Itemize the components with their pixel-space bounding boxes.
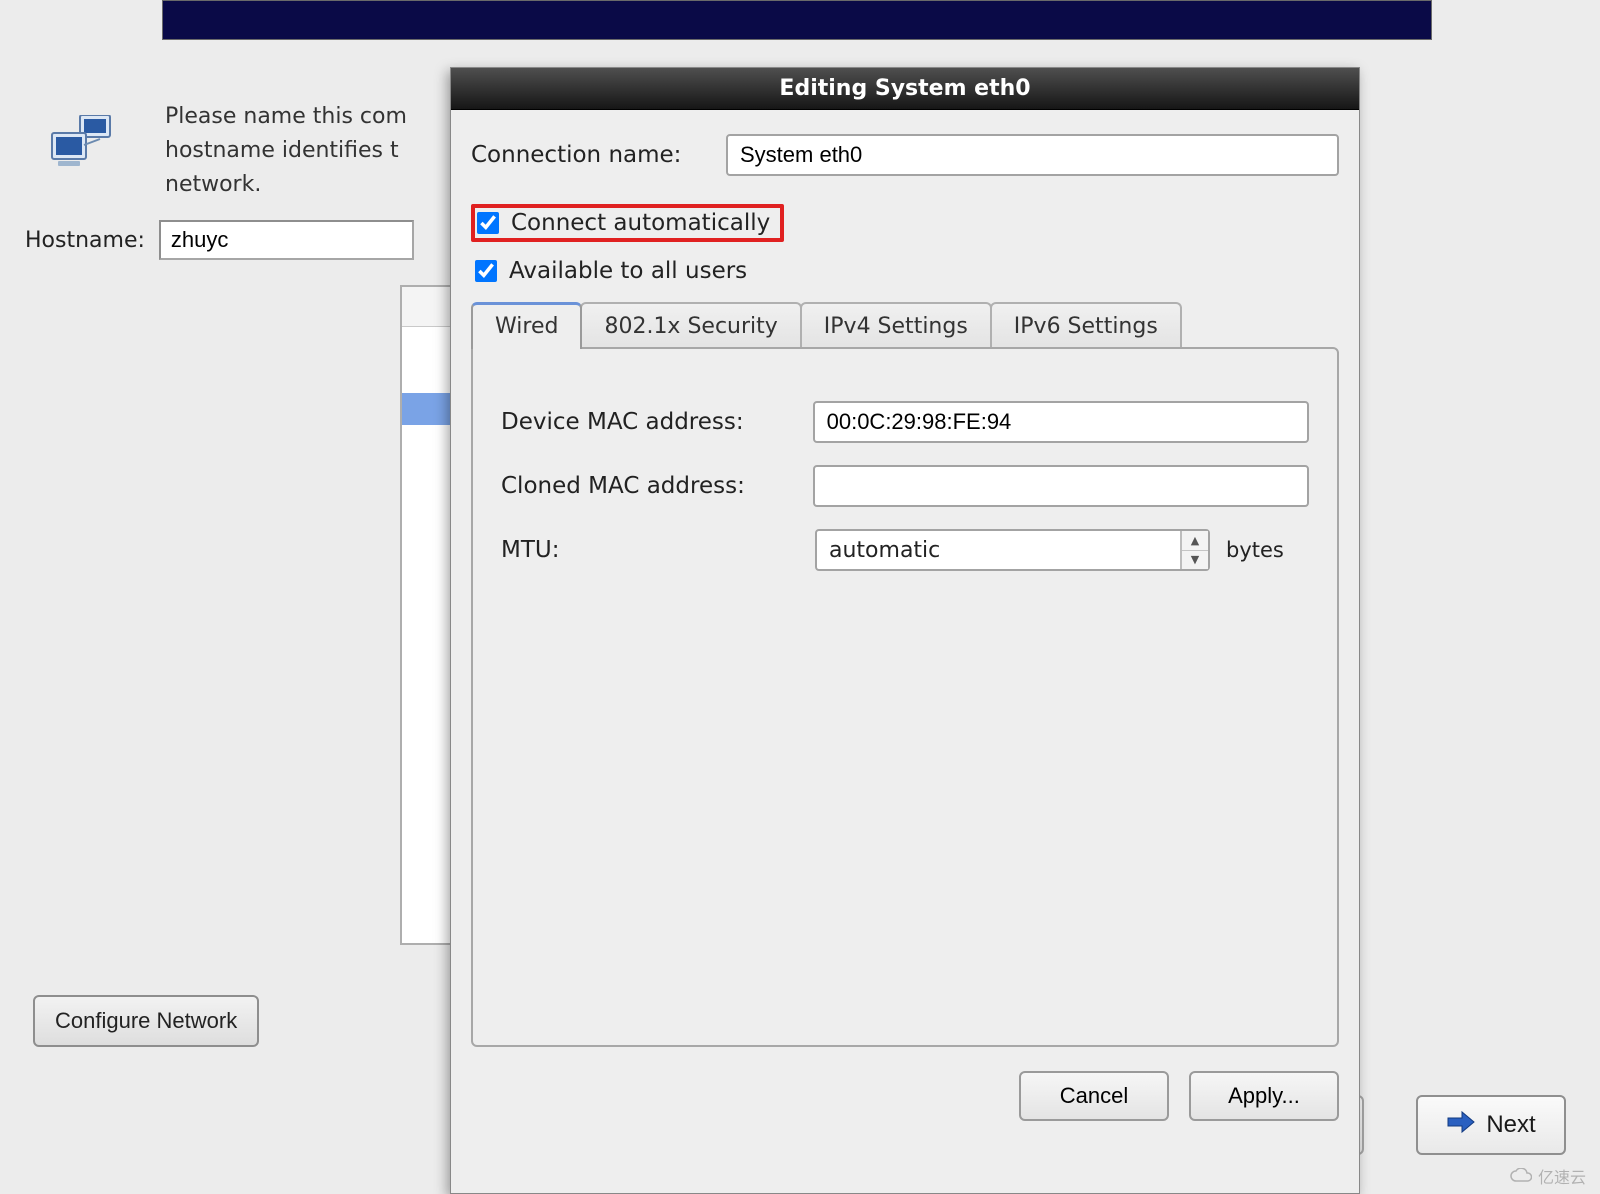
hostname-input[interactable] xyxy=(159,220,414,260)
dialog-titlebar[interactable]: Editing System eth0 xyxy=(451,68,1359,110)
available-all-users-label: Available to all users xyxy=(509,258,747,284)
connection-name-label: Connection name: xyxy=(471,142,708,168)
available-all-users-checkbox[interactable] xyxy=(475,260,497,282)
cloned-mac-input[interactable] xyxy=(813,465,1309,507)
instruction-line: hostname identifies t xyxy=(165,134,407,168)
instruction-line: Please name this com xyxy=(165,100,407,134)
device-mac-label: Device MAC address: xyxy=(501,409,813,435)
cloud-icon xyxy=(1510,1168,1532,1184)
instruction-line: network. xyxy=(165,168,407,202)
spinner-up-icon[interactable]: ▲ xyxy=(1182,531,1208,551)
tab-ipv6-settings[interactable]: IPv6 Settings xyxy=(990,302,1182,349)
tab-wired[interactable]: Wired xyxy=(471,302,582,349)
tab-ipv4-settings[interactable]: IPv4 Settings xyxy=(800,302,992,349)
next-label: Next xyxy=(1486,1111,1535,1139)
edit-connection-dialog: Editing System eth0 Connection name: Con… xyxy=(450,67,1360,1194)
configure-network-button[interactable]: Configure Network xyxy=(33,995,259,1047)
mtu-unit: bytes xyxy=(1226,538,1284,562)
watermark: 亿速云 xyxy=(1510,1164,1586,1188)
hostname-row: Hostname: xyxy=(25,220,414,260)
cancel-button[interactable]: Cancel xyxy=(1019,1071,1169,1121)
dialog-title: Editing System eth0 xyxy=(779,76,1030,101)
apply-button[interactable]: Apply... xyxy=(1189,1071,1339,1121)
cloned-mac-label: Cloned MAC address: xyxy=(501,473,813,499)
device-mac-input[interactable] xyxy=(813,401,1309,443)
mtu-value: automatic xyxy=(829,538,940,563)
tab-8021x-security[interactable]: 802.1x Security xyxy=(580,302,801,349)
mtu-label: MTU: xyxy=(501,537,815,563)
arrow-right-icon xyxy=(1446,1110,1476,1141)
hostname-instruction: Please name this com hostname identifies… xyxy=(165,100,407,202)
connect-automatically-checkbox[interactable] xyxy=(477,212,499,234)
hostname-label: Hostname: xyxy=(25,228,145,253)
connection-name-input[interactable] xyxy=(726,134,1339,176)
next-button[interactable]: Next xyxy=(1416,1095,1566,1155)
installer-banner xyxy=(162,0,1432,40)
tab-panel-wired: Device MAC address: Cloned MAC address: … xyxy=(471,347,1339,1047)
connection-list-under xyxy=(400,285,455,945)
connect-automatically-label: Connect automatically xyxy=(511,210,770,236)
watermark-text: 亿速云 xyxy=(1538,1164,1586,1188)
tabs: Wired 802.1x Security IPv4 Settings IPv6… xyxy=(471,302,1339,1049)
mtu-spinbox[interactable]: automatic ▲ ▼ xyxy=(815,529,1210,571)
spinner-down-icon[interactable]: ▼ xyxy=(1182,551,1208,570)
connect-automatically-highlight: Connect automatically xyxy=(471,204,784,242)
computer-network-icon xyxy=(50,115,120,174)
spinner-buttons[interactable]: ▲ ▼ xyxy=(1180,531,1208,569)
